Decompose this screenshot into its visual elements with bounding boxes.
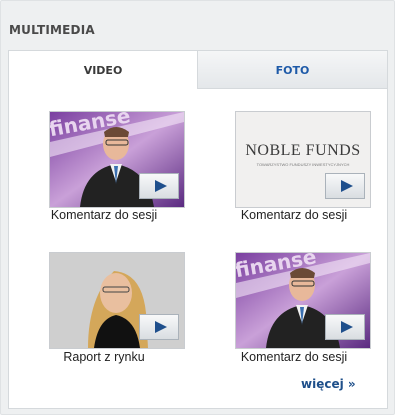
tab-foto[interactable]: FOTO <box>198 51 387 89</box>
tab-bar: VIDEO FOTO <box>9 51 387 89</box>
video-item[interactable]: Raport z rynku <box>9 249 199 369</box>
video-item[interactable]: NOBLE FUNDS TOWARZYSTWO FUNDUSZY INWESTY… <box>199 108 389 228</box>
video-item[interactable]: finanse Komentarz do sesji <box>9 108 199 228</box>
play-icon[interactable] <box>139 173 179 199</box>
logo-subtext: TOWARZYSTWO FUNDUSZY INWESTYCYJNYCH <box>256 162 350 167</box>
play-icon[interactable] <box>325 314 365 340</box>
video-caption: Komentarz do sesji <box>240 208 348 222</box>
media-panel: VIDEO FOTO finanse Komentarz do sesji NO… <box>8 50 388 409</box>
video-thumbnail[interactable]: NOBLE FUNDS TOWARZYSTWO FUNDUSZY INWESTY… <box>235 111 371 208</box>
video-thumbnail[interactable] <box>49 252 185 349</box>
noble-funds-logo: NOBLE FUNDS <box>245 142 361 159</box>
video-caption: Komentarz do sesji <box>240 350 348 364</box>
tab-video[interactable]: VIDEO <box>9 51 198 89</box>
video-thumbnail[interactable]: finanse <box>49 111 185 208</box>
video-item[interactable]: finanse Komentarz do sesji <box>199 249 389 369</box>
more-link[interactable]: więcej » <box>301 377 356 391</box>
video-caption: Komentarz do sesji <box>50 208 158 222</box>
play-icon[interactable] <box>325 173 365 199</box>
video-thumbnail[interactable]: finanse <box>235 252 371 349</box>
multimedia-widget: MULTIMEDIA VIDEO FOTO finanse Komentarz … <box>0 0 395 415</box>
widget-title: MULTIMEDIA <box>9 23 95 37</box>
play-icon[interactable] <box>139 314 179 340</box>
video-caption: Raport z rynku <box>63 350 145 364</box>
